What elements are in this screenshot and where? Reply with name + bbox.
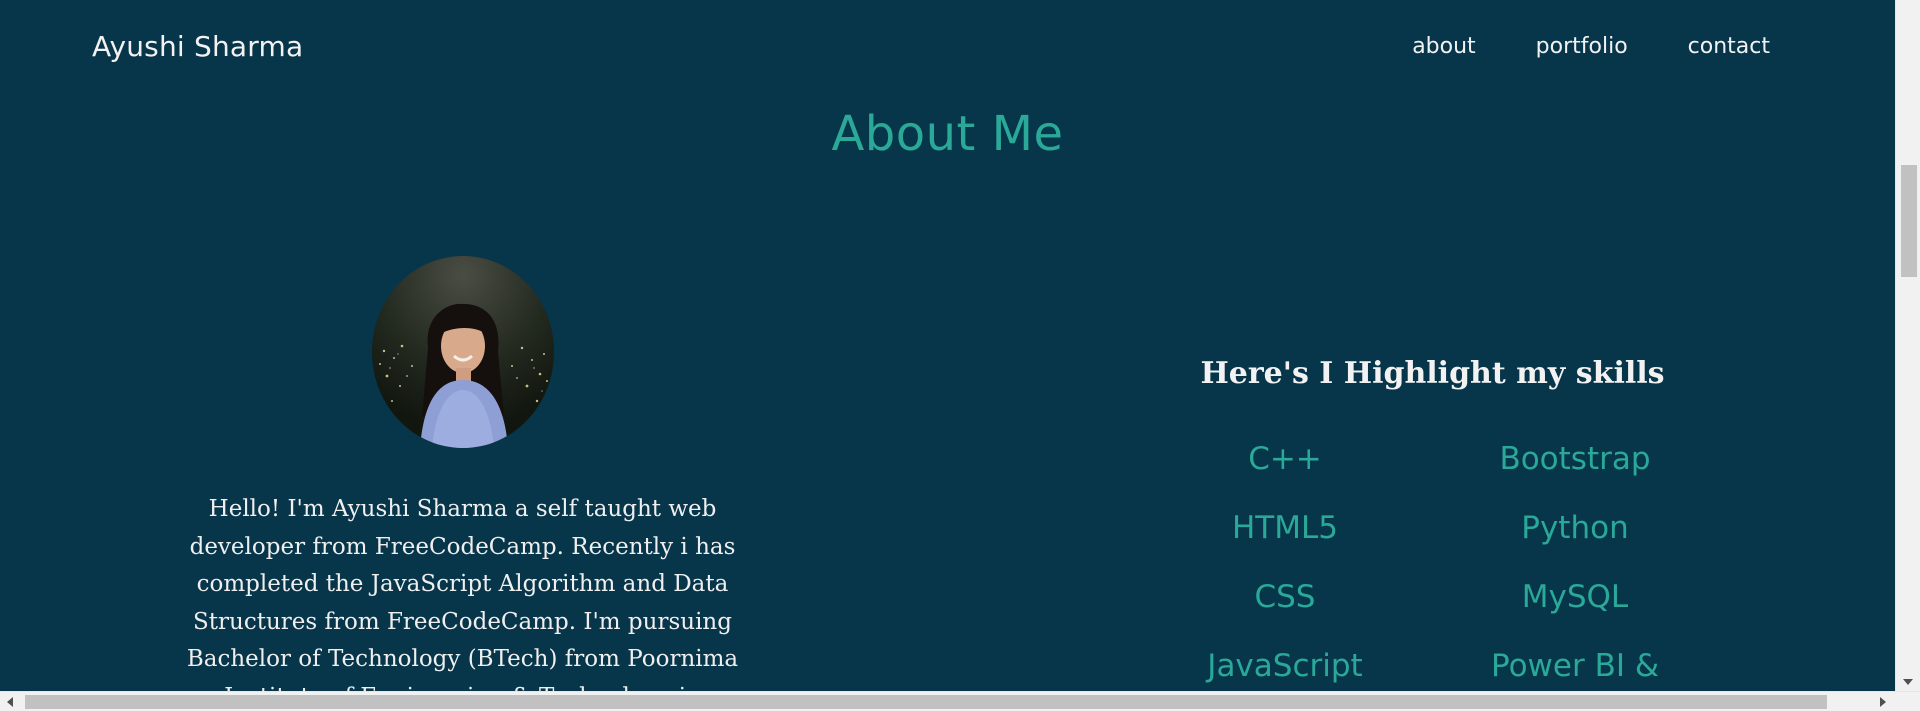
- scroll-right-arrow-icon[interactable]: [1880, 697, 1886, 707]
- scroll-left-arrow-icon[interactable]: [7, 697, 13, 707]
- skills-heading: Here's I Highlight my skills: [1200, 356, 1665, 391]
- skill-item: Power BI &: [1490, 648, 1660, 684]
- skill-item: C++: [1248, 441, 1322, 477]
- nav-link-portfolio[interactable]: portfolio: [1536, 34, 1628, 59]
- main-nav: about portfolio contact: [1412, 34, 1770, 59]
- skill-item: MySQL: [1521, 579, 1629, 615]
- skill-item: HTML5: [1232, 510, 1338, 546]
- about-bio-text: Hello! I'm Ayushi Sharma a self taught w…: [186, 496, 739, 691]
- skill-item: Bootstrap: [1499, 441, 1651, 477]
- skill-item: Python: [1521, 510, 1629, 546]
- page-viewport: Ayushi Sharma about portfolio contact Ab…: [0, 0, 1895, 691]
- vertical-scrollbar-thumb[interactable]: [1901, 165, 1917, 277]
- nav-link-contact[interactable]: contact: [1688, 34, 1770, 59]
- site-brand[interactable]: Ayushi Sharma: [92, 30, 303, 63]
- about-section-title: About Me: [831, 106, 1064, 162]
- skills-list: C++ Bootstrap HTML5 Python CSS MySQL Jav…: [1140, 440, 1730, 686]
- horizontal-scrollbar-thumb[interactable]: [25, 695, 1827, 709]
- vertical-scrollbar[interactable]: [1895, 0, 1920, 691]
- horizontal-scrollbar[interactable]: [0, 691, 1920, 711]
- skill-item: JavaScript: [1207, 648, 1363, 684]
- nav-link-about[interactable]: about: [1412, 34, 1475, 59]
- profile-photo: [372, 256, 554, 448]
- scroll-down-arrow-icon[interactable]: [1903, 679, 1913, 685]
- skill-item: CSS: [1254, 579, 1316, 615]
